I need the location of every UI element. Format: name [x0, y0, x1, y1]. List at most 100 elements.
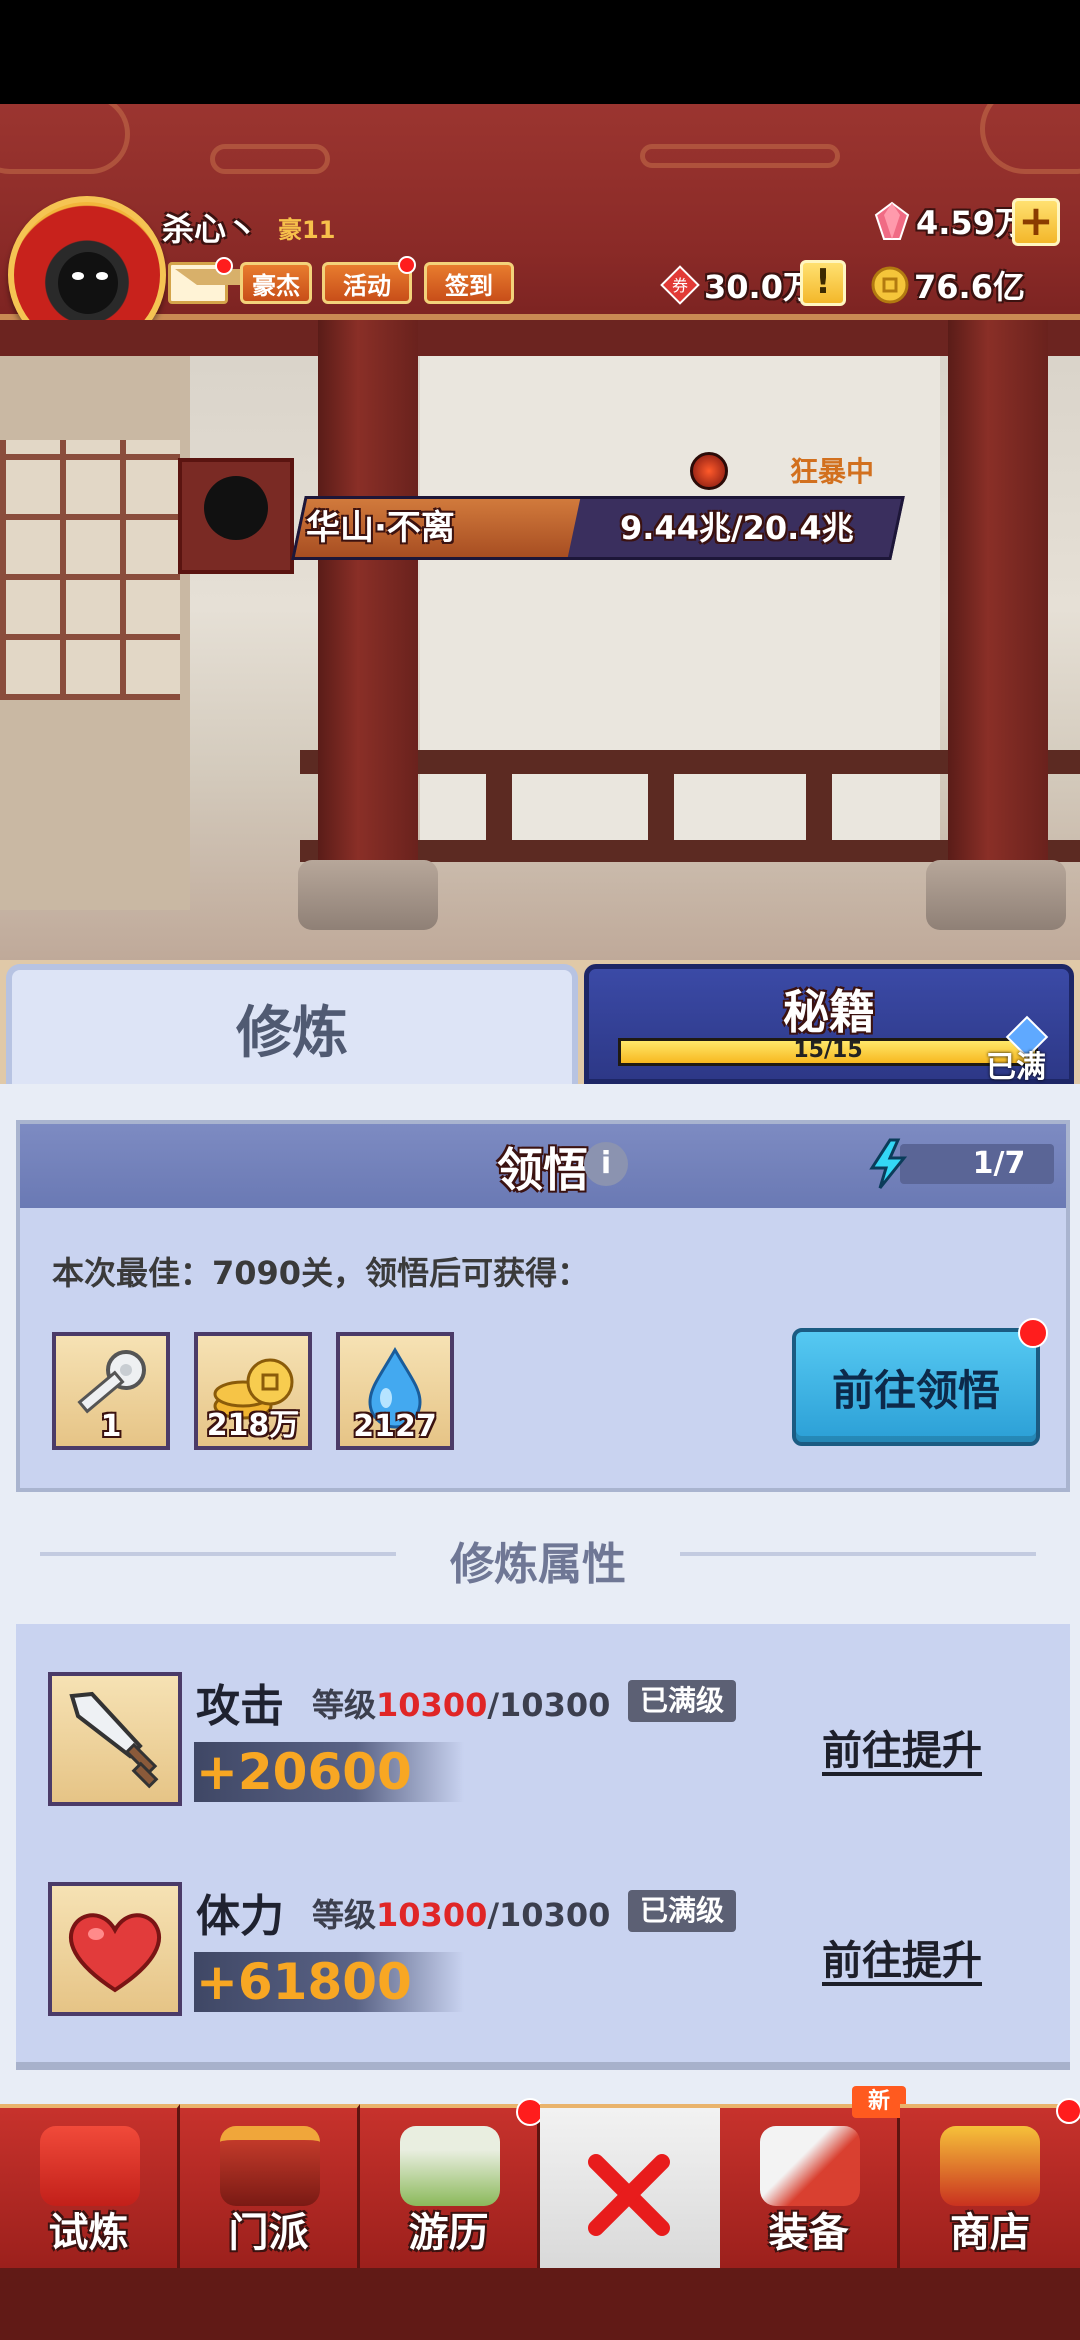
railing-post — [806, 750, 832, 860]
railing-post — [648, 750, 674, 860]
level-prefix: 等级 — [312, 1896, 377, 1934]
player-name: 杀心丶 — [162, 210, 259, 248]
attribute-name: 体力 — [196, 1891, 284, 1942]
divider — [680, 1552, 1036, 1556]
mail-button[interactable] — [168, 257, 265, 304]
coin-counter: 76.6亿 — [870, 262, 1025, 308]
heart-icon — [69, 1913, 161, 1993]
info-icon[interactable]: i — [584, 1142, 628, 1186]
notification-dot — [1056, 2098, 1080, 2124]
crossed-swords-icon — [588, 2154, 670, 2236]
svg-text:券: 券 — [672, 276, 688, 295]
coin-amount: 76.6亿 — [914, 268, 1025, 306]
nav-label: 装备 — [768, 2210, 849, 2256]
reward-qty: 218万 — [206, 1408, 300, 1443]
battle-scene — [0, 320, 1080, 960]
cloud-ornament — [210, 144, 330, 174]
boss-status: 狂暴中 — [790, 455, 875, 488]
level-current: 10300 — [376, 1686, 488, 1724]
nav-label: 游历 — [408, 2210, 489, 2256]
flag-icon — [40, 2126, 140, 2206]
nav-label: 商店 — [950, 2210, 1030, 2256]
pillar — [948, 320, 1048, 880]
boss-name: 华山·不离 — [306, 508, 455, 548]
shop-icon — [940, 2126, 1040, 2206]
player-rank: 豪11 — [278, 216, 336, 244]
secret-progress-text: 15/15 — [793, 1038, 863, 1063]
avatar-eye — [72, 272, 84, 280]
gem-icon — [874, 201, 910, 240]
roof-beam — [0, 320, 1080, 356]
stamina-attribute-icon — [48, 1882, 182, 2016]
equipment-icon — [760, 2126, 860, 2206]
go-insight-button[interactable]: 前往领悟 — [792, 1328, 1040, 1446]
upgrade-attack-link[interactable]: 前往提升 — [822, 1718, 982, 1776]
attribute-value: +61800 — [196, 1953, 412, 2011]
attribute-level: 等级10300/10300 — [312, 1890, 610, 1936]
reward-water[interactable]: 2127 — [336, 1332, 454, 1450]
cloud-ornament — [0, 104, 130, 174]
avatar-eye — [96, 272, 108, 280]
maxed-badge: 已满级 — [628, 1680, 737, 1722]
reward-coins[interactable]: 218万 — [194, 1332, 312, 1450]
pillar-base — [298, 860, 438, 930]
attribute-value: +20600 — [196, 1743, 412, 1801]
boss-hp-text: 9.44兆/20.4兆 — [620, 509, 854, 547]
new-badge: 新 — [852, 2086, 906, 2118]
reward-qty: 2127 — [353, 1409, 437, 1444]
reward-key[interactable]: 1 — [52, 1332, 170, 1450]
notification-dot — [398, 256, 416, 274]
boss-head — [204, 476, 268, 540]
signin-button[interactable]: 签到 — [424, 262, 514, 304]
voucher-info-button[interactable]: ! — [800, 260, 846, 306]
upgrade-stamina-link[interactable]: 前往提升 — [822, 1928, 982, 1986]
avatar-face — [58, 252, 118, 314]
nav-shop[interactable]: 商店 — [900, 2104, 1080, 2268]
pillar-base — [926, 860, 1066, 930]
cloud-ornament — [980, 104, 1080, 174]
secret-full-label: 已满 — [986, 1050, 1046, 1085]
lattice-window — [0, 440, 180, 700]
divider — [40, 1552, 396, 1556]
reward-qty: 1 — [100, 1409, 122, 1444]
voucher-icon: 券 — [660, 265, 700, 305]
best-result-text: 本次最佳：7090关，领悟后可获得： — [52, 1254, 590, 1292]
mountain-icon — [400, 2126, 500, 2206]
voucher-counter: 券 30.0万 — [660, 262, 815, 308]
hero-button[interactable]: 豪杰 — [240, 262, 312, 304]
add-gems-button[interactable]: + — [1012, 198, 1060, 246]
nav-sect[interactable]: 门派 — [180, 2104, 360, 2268]
level-max: /10300 — [487, 1686, 611, 1724]
rage-icon — [690, 452, 728, 490]
bottom-strip — [0, 2268, 1080, 2340]
nav-label: 门派 — [228, 2210, 309, 2256]
sword-icon — [69, 1691, 159, 1789]
maxed-badge: 已满级 — [628, 1890, 737, 1932]
attribute-name: 攻击 — [196, 1681, 284, 1732]
notification-dot — [1018, 1318, 1048, 1348]
attributes-title: 修炼属性 — [450, 1539, 626, 1590]
status-bar — [0, 0, 1080, 104]
gem-amount: 4.59万 — [916, 204, 1027, 242]
energy-count: 1/7 — [972, 1146, 1026, 1181]
nav-label: 试炼 — [48, 2210, 129, 2256]
level-current: 10300 — [376, 1896, 488, 1934]
attack-attribute-icon — [48, 1672, 182, 1806]
notification-dot — [215, 257, 233, 275]
railing-post — [486, 750, 512, 860]
tab-secret-label: 秘籍 — [783, 985, 875, 1039]
coin-icon — [871, 266, 909, 304]
nav-travel[interactable]: 游历 — [360, 2104, 540, 2268]
nav-trial[interactable]: 试炼 — [0, 2104, 180, 2268]
cloud-ornament — [640, 144, 840, 168]
boss-portrait — [178, 458, 294, 574]
gate-icon — [220, 2126, 320, 2206]
pillar — [318, 320, 418, 880]
level-max: /10300 — [487, 1896, 611, 1934]
tab-cultivate[interactable]: 修炼 — [6, 964, 578, 1086]
nav-equip[interactable]: 装备 — [720, 2104, 900, 2268]
level-prefix: 等级 — [312, 1686, 377, 1724]
attribute-level: 等级10300/10300 — [312, 1680, 610, 1726]
voucher-amount: 30.0万 — [704, 268, 815, 306]
gem-counter: 4.59万 — [872, 198, 1027, 244]
